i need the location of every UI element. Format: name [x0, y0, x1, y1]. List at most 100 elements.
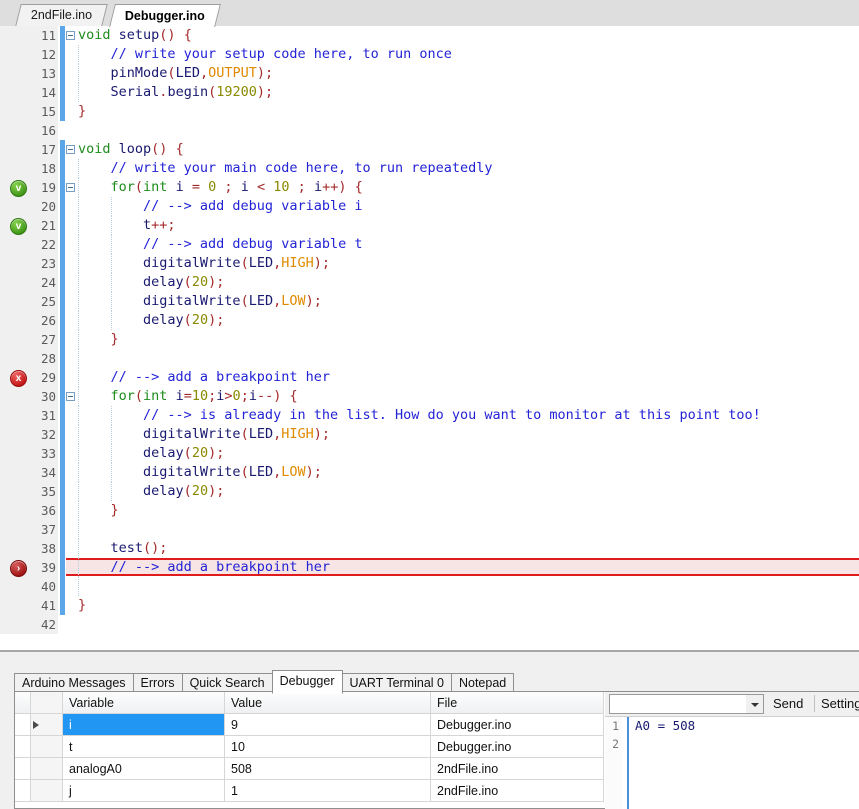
code-line[interactable]: v 19 for(int i = 0 ; i < 10 ; i++) {: [0, 178, 859, 197]
row-handle[interactable]: [31, 780, 63, 802]
cell-variable[interactable]: analogA0: [63, 758, 225, 780]
chevron-down-icon[interactable]: [746, 695, 763, 713]
code-line[interactable]: 40: [0, 577, 859, 596]
editor-tab-2ndfile[interactable]: 2ndFile.ino: [15, 4, 108, 26]
cell-file[interactable]: Debugger.ino: [431, 714, 604, 736]
gutter-marker-area[interactable]: [0, 539, 39, 558]
bottom-tab-debugger[interactable]: Debugger: [271, 670, 343, 694]
gutter-marker-area[interactable]: [0, 159, 39, 178]
uart-command-input[interactable]: [612, 696, 746, 714]
code-line[interactable]: 16: [0, 121, 859, 140]
gutter-marker-area[interactable]: [0, 615, 39, 634]
code-line[interactable]: 28: [0, 349, 859, 368]
code-line[interactable]: 20 // --> add debug variable i: [0, 197, 859, 216]
grid-header-file[interactable]: File: [431, 692, 604, 714]
code-editor[interactable]: 11 void setup() {12 // write your setup c…: [0, 26, 859, 652]
code-line[interactable]: 34 digitalWrite(LED,LOW);: [0, 463, 859, 482]
cell-value[interactable]: 1: [225, 780, 431, 802]
gutter-marker-area[interactable]: [0, 463, 39, 482]
code-line[interactable]: 12 // write your setup code here, to run…: [0, 45, 859, 64]
code-line[interactable]: 17 void loop() {: [0, 140, 859, 159]
code-line[interactable]: 42: [0, 615, 859, 634]
gutter-marker-area[interactable]: [0, 292, 39, 311]
code-line[interactable]: 41}: [0, 596, 859, 615]
gutter-marker-area[interactable]: [0, 121, 39, 140]
debug-ok-icon[interactable]: v: [10, 218, 27, 235]
gutter-marker-area[interactable]: [0, 64, 39, 83]
table-row[interactable]: i 9 Debugger.ino: [15, 714, 604, 736]
gutter-marker-area[interactable]: [0, 45, 39, 64]
code-line[interactable]: 24 delay(20);: [0, 273, 859, 292]
code-line[interactable]: 37: [0, 520, 859, 539]
fold-toggle-icon[interactable]: [66, 145, 75, 154]
gutter-marker-area[interactable]: [0, 140, 39, 159]
table-row[interactable]: analogA0 508 2ndFile.ino: [15, 758, 604, 780]
cell-file[interactable]: Debugger.ino: [431, 736, 604, 758]
code-line[interactable]: 13 pinMode(LED,OUTPUT);: [0, 64, 859, 83]
code-line[interactable]: › 39 // --> add a breakpoint her: [0, 558, 859, 577]
code-line[interactable]: 27 }: [0, 330, 859, 349]
gutter-marker-area[interactable]: [0, 349, 39, 368]
code-line[interactable]: 35 delay(20);: [0, 482, 859, 501]
cell-file[interactable]: 2ndFile.ino: [431, 780, 604, 802]
code-line[interactable]: 11 void setup() {: [0, 26, 859, 45]
settings-button[interactable]: Settings: [821, 695, 859, 725]
send-button[interactable]: Send: [773, 695, 803, 713]
code-line[interactable]: 14 Serial.begin(19200);: [0, 83, 859, 102]
table-row[interactable]: j 1 2ndFile.ino: [15, 780, 604, 802]
gutter-marker-area[interactable]: [0, 577, 39, 596]
fold-toggle-icon[interactable]: [66, 183, 75, 192]
cell-variable[interactable]: t: [63, 736, 225, 758]
code-line[interactable]: 30 for(int i=10;i>0;i--) {: [0, 387, 859, 406]
code-line[interactable]: 32 digitalWrite(LED,HIGH);: [0, 425, 859, 444]
gutter-marker-area[interactable]: [0, 520, 39, 539]
gutter-marker-area[interactable]: [0, 406, 39, 425]
gutter-marker-area[interactable]: [0, 273, 39, 292]
current-execution-icon[interactable]: ›: [10, 560, 27, 577]
row-handle[interactable]: [31, 736, 63, 758]
editor-tab-debugger[interactable]: Debugger.ino: [109, 4, 221, 27]
code-line[interactable]: 38 test();: [0, 539, 859, 558]
gutter-marker-area[interactable]: [0, 83, 39, 102]
gutter-marker-area[interactable]: [0, 197, 39, 216]
gutter-marker-area[interactable]: [0, 254, 39, 273]
cell-variable[interactable]: j: [63, 780, 225, 802]
panel-splitter[interactable]: [0, 652, 859, 666]
debugger-variables-grid[interactable]: Variable Value File i 9 Debugger.ino t 10 Deb…: [15, 692, 604, 808]
code-line[interactable]: 22 // --> add debug variable t: [0, 235, 859, 254]
gutter-marker-area[interactable]: [0, 482, 39, 501]
grid-header-variable[interactable]: Variable: [63, 692, 225, 714]
gutter-marker-area[interactable]: [0, 387, 39, 406]
cell-value[interactable]: 9: [225, 714, 431, 736]
code-line[interactable]: 33 delay(20);: [0, 444, 859, 463]
code-line[interactable]: 31 // --> is already in the list. How do…: [0, 406, 859, 425]
code-line[interactable]: x 29 // --> add a breakpoint her: [0, 368, 859, 387]
gutter-marker-area[interactable]: [0, 311, 39, 330]
code-line[interactable]: 25 digitalWrite(LED,LOW);: [0, 292, 859, 311]
uart-console[interactable]: 12 A0 = 508: [605, 716, 859, 809]
code-line[interactable]: 36 }: [0, 501, 859, 520]
gutter-marker-area[interactable]: [0, 102, 39, 121]
cell-value[interactable]: 508: [225, 758, 431, 780]
gutter-marker-area[interactable]: [0, 330, 39, 349]
cell-value[interactable]: 10: [225, 736, 431, 758]
code-line[interactable]: 23 digitalWrite(LED,HIGH);: [0, 254, 859, 273]
row-handle[interactable]: [31, 758, 63, 780]
debug-ok-icon[interactable]: v: [10, 180, 27, 197]
grid-header-value[interactable]: Value: [225, 692, 431, 714]
uart-command-combobox[interactable]: [609, 694, 764, 714]
code-line[interactable]: 18 // write your main code here, to run …: [0, 159, 859, 178]
cell-file[interactable]: 2ndFile.ino: [431, 758, 604, 780]
breakpoint-error-icon[interactable]: x: [10, 370, 27, 387]
code-line[interactable]: 26 delay(20);: [0, 311, 859, 330]
code-line[interactable]: 15}: [0, 102, 859, 121]
gutter-marker-area[interactable]: [0, 425, 39, 444]
gutter-marker-area[interactable]: [0, 26, 39, 45]
code-line[interactable]: v 21 t++;: [0, 216, 859, 235]
gutter-marker-area[interactable]: [0, 235, 39, 254]
fold-toggle-icon[interactable]: [66, 392, 75, 401]
fold-toggle-icon[interactable]: [66, 31, 75, 40]
gutter-marker-area[interactable]: [0, 596, 39, 615]
gutter-marker-area[interactable]: [0, 444, 39, 463]
gutter-marker-area[interactable]: [0, 501, 39, 520]
